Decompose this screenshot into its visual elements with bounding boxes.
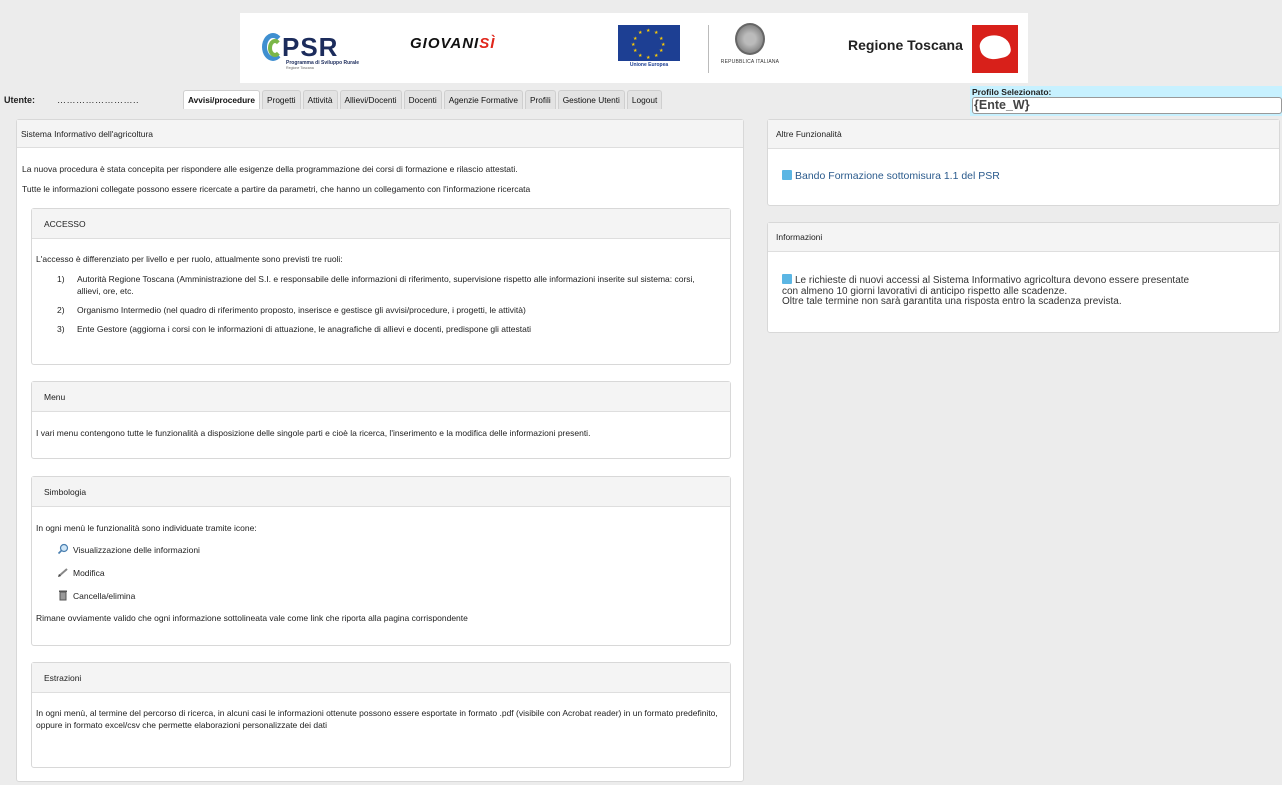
repubblica-label: REPUBBLICA ITALIANA [720, 59, 780, 65]
tab-profili[interactable]: Profili [524, 90, 556, 109]
eu-logo: ★ ★ ★ ★ ★ ★ ★ ★ ★ ★ ★ ★ Unione Europea [618, 25, 680, 71]
menu-title: Menu [32, 382, 730, 412]
profile-select[interactable]: {Ente_W} [972, 97, 1282, 114]
magnifier-icon [57, 543, 73, 558]
psr-logo-text: PSR [282, 32, 339, 62]
bando-formazione-link[interactable]: Bando Formazione sottomisura 1.1 del PSR [795, 170, 1000, 182]
info-line-1: Le richieste di nuovi accessi al Sistema… [795, 275, 1190, 286]
accesso-panel: ACCESSO L'accesso è differenziato per li… [31, 208, 731, 365]
pencil-icon [57, 566, 73, 581]
emblem-icon [735, 23, 765, 55]
info-line-3: Oltre tale termine non sarà garantita un… [782, 296, 1122, 307]
logo-divider [708, 25, 709, 73]
psr-logo: PSR Programma di Sviluppo Rurale Regione… [262, 27, 382, 71]
tab-docenti[interactable]: Docenti [403, 90, 442, 109]
accesso-intro: L'accesso è differenziato per livello e … [36, 254, 343, 264]
trash-icon [57, 589, 73, 604]
eu-flag-icon: ★ ★ ★ ★ ★ ★ ★ ★ ★ ★ ★ ★ [618, 25, 680, 61]
estrazioni-text: In ogni menù, al termine del percorso di… [36, 708, 718, 730]
simbologia-footer: Rimane ovviamente valido che ogni inform… [36, 613, 468, 623]
giovani-si-logo: GIOVANISÌ [410, 35, 496, 52]
simbologia-title: Simbologia [32, 477, 730, 507]
tab-gestione-utenti[interactable]: Gestione Utenti [557, 90, 625, 109]
tab-agenzie-formative[interactable]: Agenzie Formative [443, 90, 523, 109]
role-item: 2) Organismo Intermedio (nel quadro di r… [57, 305, 526, 315]
tab-allievi-docenti[interactable]: Allievi/Docenti [339, 90, 402, 109]
bullet-square-icon [782, 274, 792, 284]
symbol-row: Visualizzazione delle informazioni [57, 543, 726, 557]
informazioni-panel: Informazioni Le richieste di nuovi acces… [767, 222, 1280, 333]
simbologia-panel: Simbologia In ogni menù le funzionalità … [31, 476, 731, 646]
altre-funzionalita-panel: Altre Funzionalità Bando Formazione sott… [767, 119, 1280, 206]
role-item: 3) Ente Gestore (aggiorna i corsi con le… [57, 324, 532, 334]
estrazioni-title: Estrazioni [32, 663, 730, 693]
simbologia-intro: In ogni menù le funzionalità sono indivi… [36, 523, 257, 533]
symbol-label: Modifica [73, 568, 105, 578]
psr-logo-subtitle2: Regione Toscana [286, 66, 314, 70]
eu-label: Unione Europea [629, 62, 669, 68]
role-item: 1) Autorità Regione Toscana (Amministraz… [57, 274, 695, 296]
tab-avvisi-procedure[interactable]: Avvisi/procedure [183, 90, 261, 109]
profile-value: {Ente_W} [974, 98, 1030, 112]
symbol-row: Cancella/elimina [57, 589, 726, 603]
regione-toscana-pegasus-icon [972, 25, 1018, 73]
main-info-panel: Sistema Informativo dell'agricoltura La … [16, 119, 744, 782]
profile-selector: Profilo Selezionato: {Ente_W} [970, 86, 1282, 116]
menu-text: I vari menu contengono tutte le funziona… [36, 428, 591, 438]
utente-label: Utente: [4, 95, 35, 105]
accesso-title: ACCESSO [32, 209, 730, 239]
profile-label: Profilo Selezionato: [972, 87, 1052, 97]
altre-funzionalita-title: Altre Funzionalità [768, 120, 1279, 149]
symbol-label: Visualizzazione delle informazioni [73, 545, 200, 555]
intro-text-2: Tutte le informazioni collegate possono … [22, 184, 531, 194]
repubblica-logo: REPUBBLICA ITALIANA [720, 23, 780, 77]
utente-value: …………………….. [57, 95, 140, 105]
tab-logout[interactable]: Logout [626, 90, 663, 109]
menu-panel: Menu I vari menu contengono tutte le fun… [31, 381, 731, 459]
informazioni-title: Informazioni [768, 223, 1279, 252]
bullet-square-icon [782, 170, 792, 180]
symbol-row: Modifica [57, 566, 726, 580]
estrazioni-panel: Estrazioni In ogni menù, al termine del … [31, 662, 731, 768]
main-panel-title: Sistema Informativo dell'agricoltura [17, 120, 743, 148]
tab-progetti[interactable]: Progetti [262, 90, 301, 109]
symbol-label: Cancella/elimina [73, 591, 136, 601]
regione-toscana-label: Regione Toscana [848, 37, 963, 53]
main-menu-tabs: Avvisi/procedure Progetti Attività Allie… [183, 90, 664, 109]
intro-text-1: La nuova procedura è stata concepita per… [22, 164, 518, 174]
tab-attivita[interactable]: Attività [302, 90, 338, 109]
top-navbar: Utente: …………………….. Avvisi/procedure Prog… [0, 89, 968, 109]
header-banner: PSR Programma di Sviluppo Rurale Regione… [240, 13, 1028, 83]
